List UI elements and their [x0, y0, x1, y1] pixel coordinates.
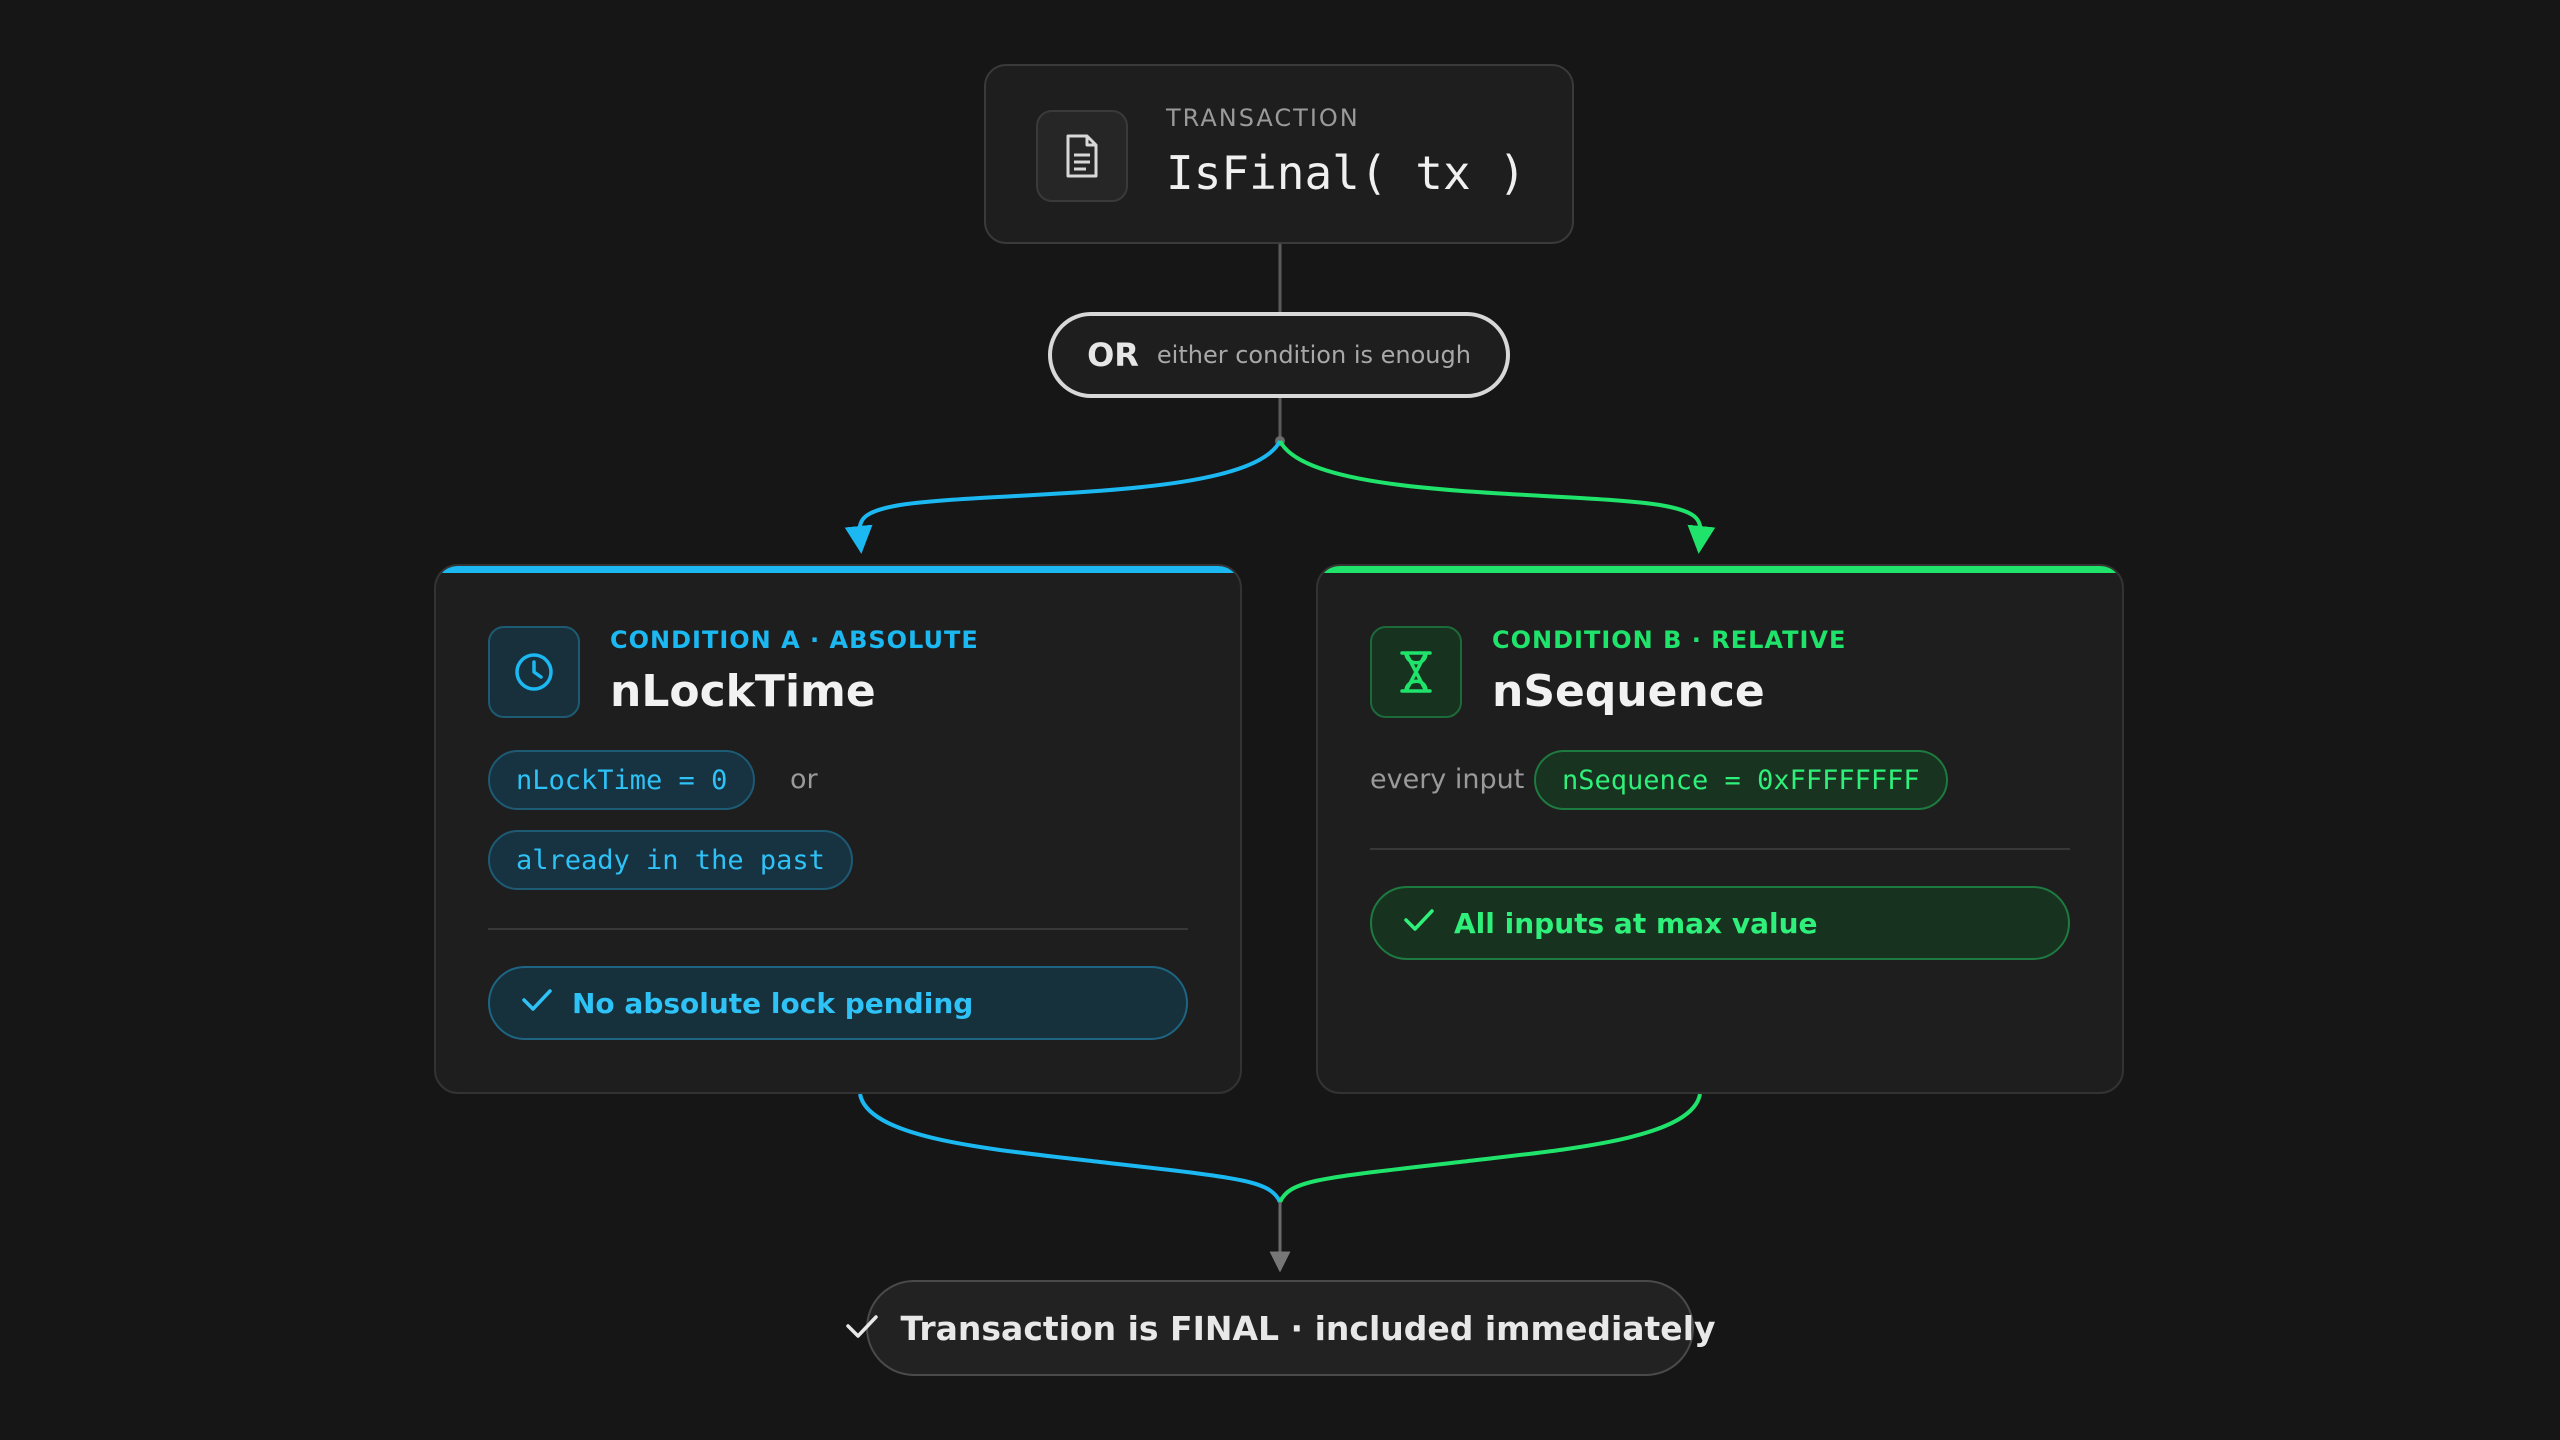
condition-a-result-text: No absolute lock pending: [572, 986, 974, 1020]
condition-b-accent-bar: [1318, 566, 2122, 573]
condition-a-card: CONDITION A · ABSOLUTE nLockTime nLockTi…: [434, 564, 1242, 1094]
document-icon: [1036, 110, 1128, 202]
condition-a-divider: [488, 928, 1188, 930]
hourglass-icon: [1370, 626, 1462, 718]
transaction-title: IsFinal( tx ): [1166, 146, 1527, 200]
condition-a-title: nLockTime: [610, 666, 876, 717]
condition-b-title: nSequence: [1492, 666, 1765, 717]
check-icon: [844, 1311, 880, 1345]
connector-from-condition-b: [1278, 1093, 1702, 1203]
condition-b-prefix: every input: [1370, 764, 1525, 795]
condition-a-accent-bar: [436, 566, 1240, 573]
junction-top: [1275, 436, 1285, 446]
transaction-card: TRANSACTION IsFinal( tx ): [984, 64, 1574, 244]
condition-b-result-text: All inputs at max value: [1454, 906, 1818, 940]
final-result-pill: Transaction is FINAL · included immediat…: [846, 1280, 1716, 1376]
condition-a-joiner: or: [790, 764, 818, 795]
condition-b-card: CONDITION B · RELATIVE nSequence every i…: [1316, 564, 2124, 1094]
check-icon: [1402, 905, 1436, 942]
connector-to-condition-a: [844, 440, 1282, 554]
check-icon: [520, 985, 554, 1022]
condition-b-chip-sequence: nSequence = 0xFFFFFFFF: [1534, 750, 1948, 810]
connector-from-condition-a: [858, 1093, 1282, 1203]
condition-a-chip-zero: nLockTime = 0: [488, 750, 756, 810]
connector-to-condition-b: [1278, 440, 1716, 554]
transaction-kicker: TRANSACTION: [1166, 104, 1360, 132]
or-gate-note: either condition is enough: [1156, 341, 1471, 369]
condition-b-kicker: CONDITION B · RELATIVE: [1492, 626, 1847, 654]
condition-a-kicker: CONDITION A · ABSOLUTE: [610, 626, 979, 654]
condition-a-chip-past: already in the past: [488, 830, 853, 890]
or-gate-pill: OR either condition is enough: [1048, 312, 1510, 398]
condition-b-result: All inputs at max value: [1370, 886, 2070, 960]
condition-b-divider: [1370, 848, 2070, 850]
clock-icon: [488, 626, 580, 718]
or-gate-label: OR: [1087, 336, 1139, 374]
condition-a-result: No absolute lock pending: [488, 966, 1188, 1040]
final-result-text: Transaction is FINAL · included immediat…: [900, 1308, 1716, 1348]
